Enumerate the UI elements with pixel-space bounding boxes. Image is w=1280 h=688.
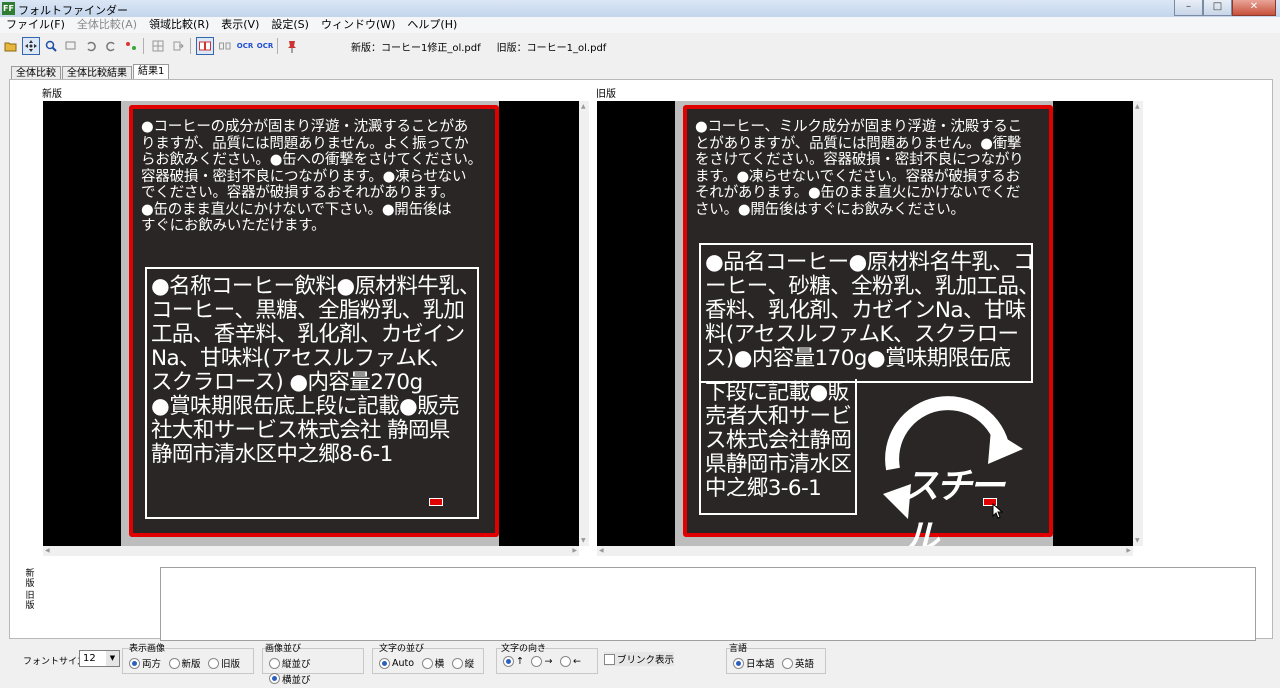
radio-english[interactable]: 英語 <box>782 656 814 670</box>
pan-move-icon[interactable] <box>22 37 40 55</box>
mouse-cursor-icon <box>992 502 1004 519</box>
radio-horizontal[interactable]: 横並び <box>269 672 311 686</box>
menu-help[interactable]: ヘルプ(H) <box>401 17 463 33</box>
language-title: 言語 <box>729 644 748 654</box>
char-arrange-title: 文字の並び <box>379 644 425 654</box>
old-version-label: 旧版 <box>596 89 616 100</box>
radio-horizontal-text[interactable]: 横 <box>421 656 444 670</box>
new-version-label: 新版 <box>42 89 62 100</box>
diff-marker-icon[interactable] <box>122 37 140 55</box>
image-arrange-title: 画像並び <box>265 644 302 654</box>
menu-file[interactable]: ファイル(F) <box>0 17 71 33</box>
result-panel: 新版 旧版 ●コーヒーの成分が固まり浮遊・沈澱することがあ りますが、品質には問… <box>9 79 1273 639</box>
old-seller-box: 下段に記載●販 売者大和サービ ス株式会社静岡 県静岡市清水区 中之郷3-6-1 <box>699 379 857 515</box>
old-ingredients-text: ●品名コーヒー●原材料名牛乳、コ ーヒー、砂糖、全粉乳、乳加工品、 香料、乳化剤… <box>705 250 1040 371</box>
old-image-viewer[interactable]: ●コーヒー、ミルク成分が固まり浮遊・沈殿するこ とがありますが、品質には問題あり… <box>597 101 1133 559</box>
blink-checkbox[interactable]: ブリンク表示 <box>604 652 674 666</box>
radio-vertical-text[interactable]: 縦 <box>451 656 474 670</box>
radio-japanese[interactable]: 日本語 <box>733 656 775 670</box>
ocr-new-icon[interactable]: OCR <box>236 37 254 55</box>
old-label-image: ●コーヒー、ミルク成分が固まり浮遊・沈殿するこ とがありますが、品質には問題あり… <box>683 105 1053 559</box>
window-controls: – □ ✕ <box>1174 0 1276 16</box>
old-viewer-vscrollbar[interactable]: ▲ ▼ <box>1133 101 1143 546</box>
new-label-image: ●コーヒーの成分が固まり浮遊・沈澱することがあ りますが、品質には問題ありません… <box>129 105 499 537</box>
char-arrange-group: 文字の並び Auto 横 縦 <box>372 644 484 674</box>
tab-bar: 全体比較 全体比較結果 結果1 <box>11 64 170 80</box>
menu-view[interactable]: 表示(V) <box>215 17 265 33</box>
language-group: 言語 日本語 英語 <box>726 644 826 674</box>
old-file-name: 旧版：コーヒー1_ol.pdf <box>496 42 607 54</box>
new-viewer-vscrollbar[interactable]: ▲ ▼ <box>579 101 589 546</box>
ocr-old-icon[interactable]: OCR <box>256 37 274 55</box>
toolbar: OCR OCR 新版：コーヒー1修正_ol.pdf 旧版：コーヒー1_ol.pd… <box>0 34 1280 58</box>
new-image-viewer[interactable]: ●コーヒーの成分が固まり浮遊・沈澱することがあ りますが、品質には問題ありません… <box>43 101 579 546</box>
zoom-icon[interactable] <box>42 37 60 55</box>
tab-result-1[interactable]: 結果1 <box>133 64 170 80</box>
old-seller-text: 下段に記載●販 売者大和サービ ス株式会社静岡 県静岡市清水区 中之郷3-6-1 <box>705 380 852 501</box>
checkbox-icon <box>604 653 615 665</box>
image-arrange-group: 画像並び 縦並び 横並び <box>262 644 364 686</box>
close-button[interactable]: ✕ <box>1232 0 1276 16</box>
toolbar-separator <box>143 38 144 54</box>
ocr-text-area[interactable] <box>160 567 1256 641</box>
font-size-select[interactable]: 12 ▼ <box>79 650 120 667</box>
new-viewer-hscrollbar[interactable]: ◀ ▶ <box>43 546 579 556</box>
minimize-button[interactable]: – <box>1174 0 1203 16</box>
tab-compare-all-result[interactable]: 全体比較結果 <box>62 66 132 80</box>
old-ingredients-box: ●品名コーヒー●原材料名牛乳、コ ーヒー、砂糖、全粉乳、乳加工品、 香料、乳化剤… <box>699 243 1040 383</box>
steel-recycle-mark: スチール <box>863 396 1033 559</box>
radio-dir-right[interactable]: → <box>531 656 552 667</box>
pin-icon[interactable] <box>283 37 301 55</box>
menu-window[interactable]: ウィンドウ(W) <box>315 17 401 33</box>
app-icon: FF <box>2 2 15 15</box>
new-ingredients-text: ●名称コーヒー飲料●原材料牛乳、 コーヒー、黒糖、全脂粉乳、乳加 工品、香辛料、… <box>151 274 481 467</box>
window-title: フォルトファインダー <box>18 4 128 17</box>
compare-icon[interactable] <box>216 37 234 55</box>
new-warning-text: ●コーヒーの成分が固まり浮遊・沈澱することがあ りますが、品質には問題ありません… <box>141 119 482 234</box>
toolbar-separator <box>190 38 191 54</box>
menu-compare-region[interactable]: 領域比較(R) <box>143 17 215 33</box>
radio-vertical[interactable]: 縦並び <box>269 656 311 670</box>
undo-icon[interactable] <box>82 37 100 55</box>
radio-dir-left[interactable]: ← <box>559 656 581 667</box>
menu-settings[interactable]: 設定(S) <box>265 17 315 33</box>
display-image-group: 表示画像 両方 新版 旧版 <box>122 644 254 674</box>
redo-icon[interactable] <box>102 37 120 55</box>
char-direction-title: 文字の向き <box>501 644 547 654</box>
select-rect-icon[interactable] <box>62 37 80 55</box>
text-new-label: 新 版 <box>25 569 35 589</box>
text-old-label: 旧 版 <box>25 591 35 611</box>
radio-dir-up[interactable]: ↑ <box>503 656 524 667</box>
radio-auto[interactable]: Auto <box>379 657 414 669</box>
new-ingredients-box: ●名称コーヒー飲料●原材料牛乳、 コーヒー、黒糖、全脂粉乳、乳加 工品、香辛料、… <box>145 267 481 519</box>
menu-bar: ファイル(F) 全体比較(A) 領域比較(R) 表示(V) 設定(S) ウィンド… <box>0 17 1280 33</box>
side-by-side-icon[interactable] <box>196 37 214 55</box>
radio-old[interactable]: 旧版 <box>208 656 240 670</box>
maximize-button[interactable]: □ <box>1203 0 1232 16</box>
chevron-down-icon: ▼ <box>106 651 119 666</box>
open-folder-icon[interactable] <box>2 37 20 55</box>
char-direction-group: 文字の向き ↑ → ← <box>496 644 598 674</box>
tab-compare-all[interactable]: 全体比較 <box>11 66 61 80</box>
export-icon[interactable] <box>169 37 187 55</box>
menu-compare-all[interactable]: 全体比較(A) <box>71 17 143 33</box>
old-viewer-hscrollbar[interactable]: ◀ ▶ <box>597 546 1133 556</box>
radio-both[interactable]: 両方 <box>129 656 161 670</box>
title-bar: FF フォルトファインダー – □ ✕ <box>0 0 1280 18</box>
toolbar-separator <box>277 38 278 54</box>
display-image-title: 表示画像 <box>129 644 166 654</box>
diff-marker[interactable] <box>429 498 443 506</box>
old-warning-text: ●コーヒー、ミルク成分が固まり浮遊・沈殿するこ とがありますが、品質には問題あり… <box>695 119 1024 218</box>
radio-new[interactable]: 新版 <box>168 656 201 670</box>
grid-view-icon[interactable] <box>149 37 167 55</box>
new-file-name: 新版：コーヒー1修正_ol.pdf <box>351 42 481 54</box>
font-size-label: フォントサイズ <box>23 657 86 667</box>
